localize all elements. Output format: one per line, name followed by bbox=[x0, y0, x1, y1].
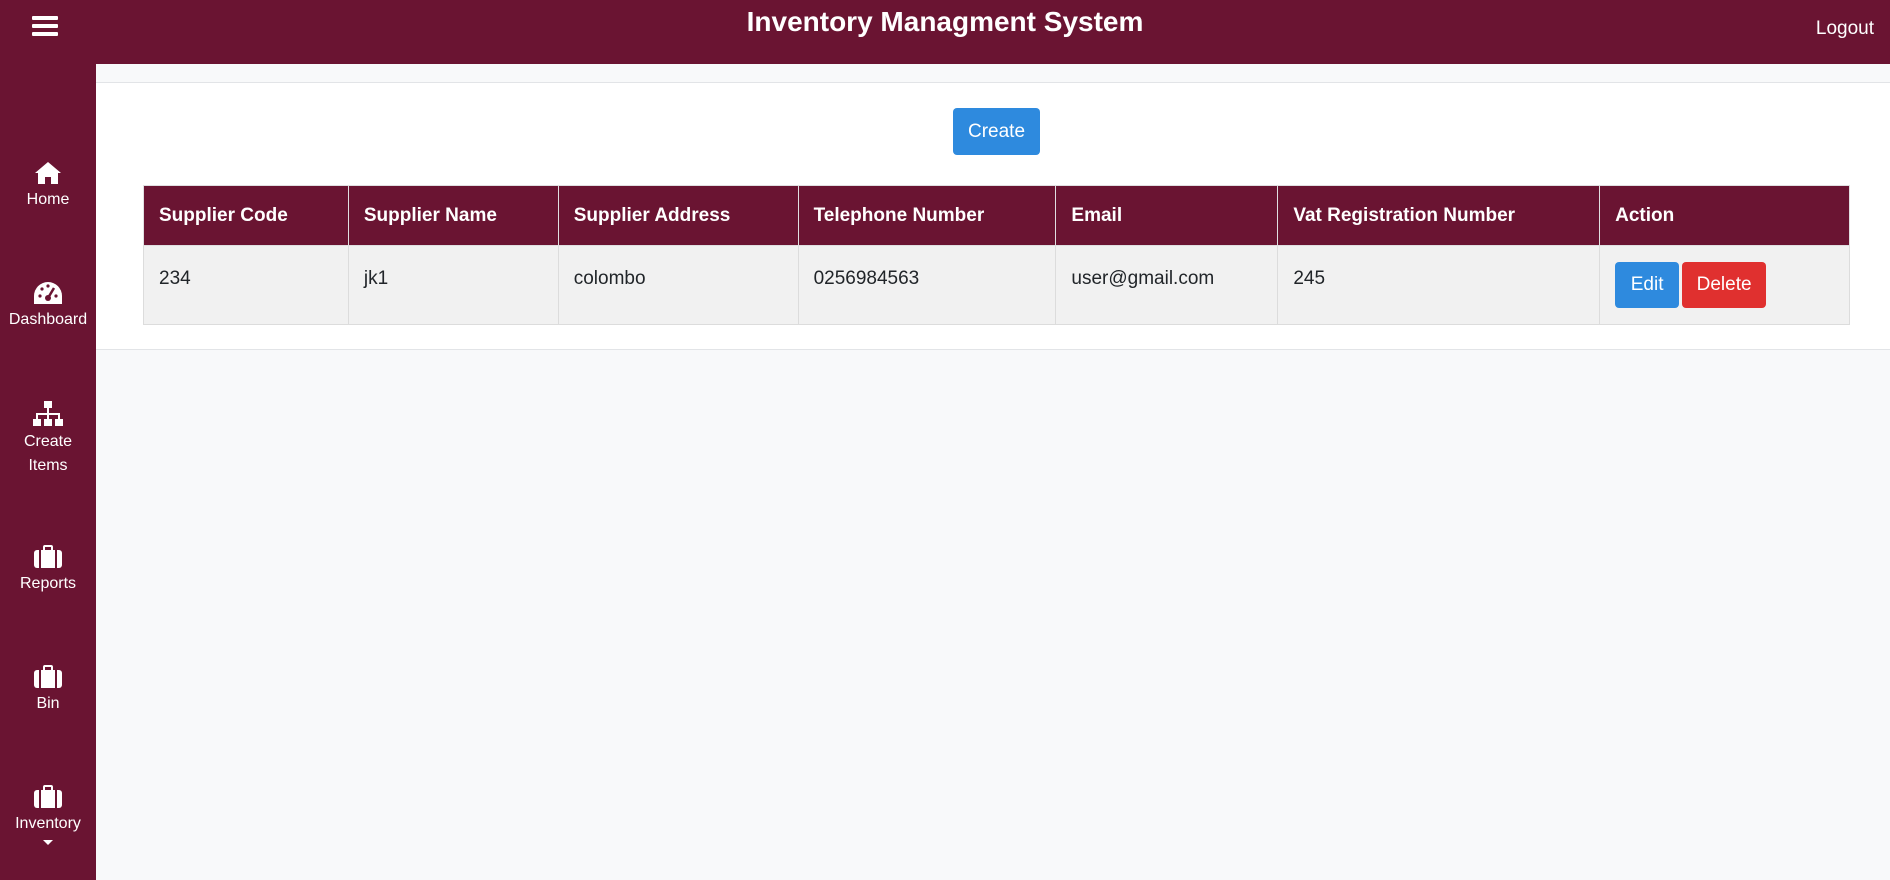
create-button[interactable]: Create bbox=[953, 108, 1040, 155]
briefcase-icon bbox=[34, 785, 62, 808]
email-cell: user@gmail.com bbox=[1055, 245, 1279, 325]
supplier-table: Supplier Code Supplier Name Supplier Add… bbox=[143, 185, 1850, 325]
table-header-row: Supplier Code Supplier Name Supplier Add… bbox=[143, 185, 1850, 246]
sidebar-item-inventory[interactable]: Inventory bbox=[0, 784, 96, 845]
column-header: Supplier Name bbox=[347, 185, 559, 246]
sidebar-item-label: Inventory bbox=[15, 815, 81, 832]
action-cell: Edit Delete bbox=[1599, 245, 1850, 325]
app-title: Inventory Managment System bbox=[746, 6, 1144, 37]
sitemap-icon bbox=[33, 401, 63, 426]
vat-cell: 245 bbox=[1277, 245, 1601, 325]
column-header: Supplier Address bbox=[557, 185, 799, 246]
column-header: Email bbox=[1055, 185, 1279, 246]
supplier-address-cell: colombo bbox=[557, 245, 799, 325]
logout-link[interactable]: Logout bbox=[1816, 18, 1874, 40]
dashboard-icon bbox=[34, 282, 62, 304]
sidebar-item-home[interactable]: Home bbox=[0, 160, 96, 212]
sidebar-item-reports[interactable]: Reports bbox=[0, 544, 96, 596]
column-header: Telephone Number bbox=[797, 185, 1057, 246]
table-row: 234 jk1 colombo 0256984563 user@gmail.co… bbox=[143, 245, 1850, 325]
edit-button[interactable]: Edit bbox=[1615, 262, 1680, 308]
briefcase-icon bbox=[34, 545, 62, 568]
column-header: Supplier Code bbox=[143, 185, 349, 246]
column-header: Action bbox=[1599, 185, 1850, 246]
telephone-cell: 0256984563 bbox=[797, 245, 1057, 325]
hamburger-menu-icon[interactable] bbox=[28, 12, 64, 42]
supplier-name-cell: jk1 bbox=[347, 245, 559, 325]
briefcase-icon bbox=[34, 665, 62, 688]
supplier-code-cell: 234 bbox=[143, 245, 349, 325]
sidebar-item-label: Bin bbox=[36, 695, 60, 712]
sidebar: Home Dashboard Create Items Reports Bin … bbox=[0, 64, 96, 880]
sidebar-item-bin[interactable]: Bin bbox=[0, 664, 96, 716]
sidebar-item-label: Dashboard bbox=[8, 311, 88, 328]
sidebar-item-label: Home bbox=[26, 191, 70, 208]
delete-button[interactable]: Delete bbox=[1682, 262, 1767, 308]
sidebar-item-label: Create Items bbox=[23, 433, 73, 474]
sidebar-item-label: Reports bbox=[19, 575, 77, 592]
sidebar-item-create-items[interactable]: Create Items bbox=[0, 400, 96, 478]
sidebar-item-dashboard[interactable]: Dashboard bbox=[0, 280, 96, 332]
column-header: Vat Registration Number bbox=[1277, 185, 1601, 246]
home-icon bbox=[35, 162, 61, 184]
caret-down-icon bbox=[43, 840, 53, 845]
top-navbar: Inventory Managment System Logout bbox=[0, 0, 1890, 64]
